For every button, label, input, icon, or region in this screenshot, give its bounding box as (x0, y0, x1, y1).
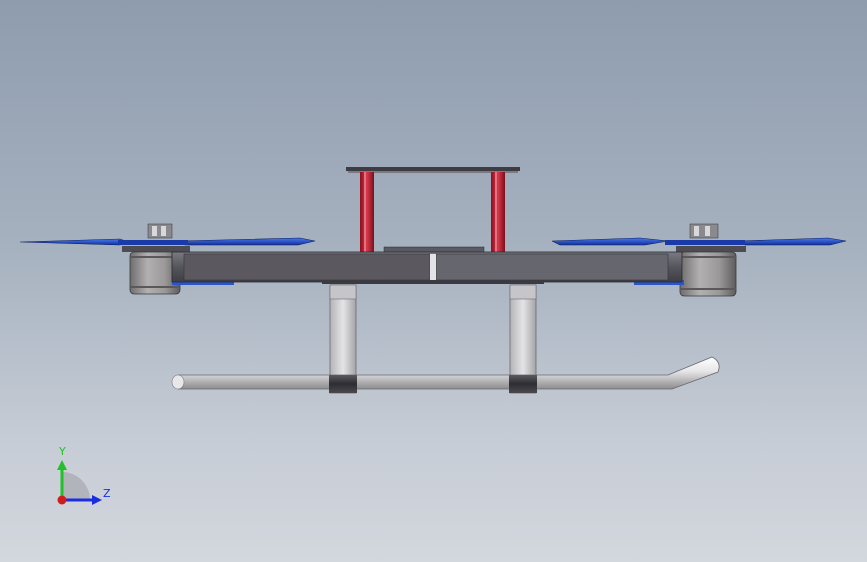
coordinate-triad: Y Z (57, 445, 111, 505)
drone-model-drawing: Y Z (19, 167, 847, 505)
standoff-right[interactable] (491, 172, 505, 254)
skid-clamp-left[interactable] (329, 375, 357, 393)
x-axis-dot (57, 495, 67, 505)
landing-skid[interactable] (171, 356, 720, 390)
z-axis-label: Z (103, 487, 111, 500)
propeller-left[interactable] (19, 237, 316, 246)
skid-clamp-right[interactable] (509, 375, 537, 393)
propeller-right[interactable] (551, 237, 847, 246)
cad-viewport[interactable]: Y Z (0, 0, 867, 562)
main-frame[interactable] (171, 251, 683, 284)
y-axis-label: Y (58, 445, 66, 458)
standoff-left[interactable] (360, 172, 374, 254)
